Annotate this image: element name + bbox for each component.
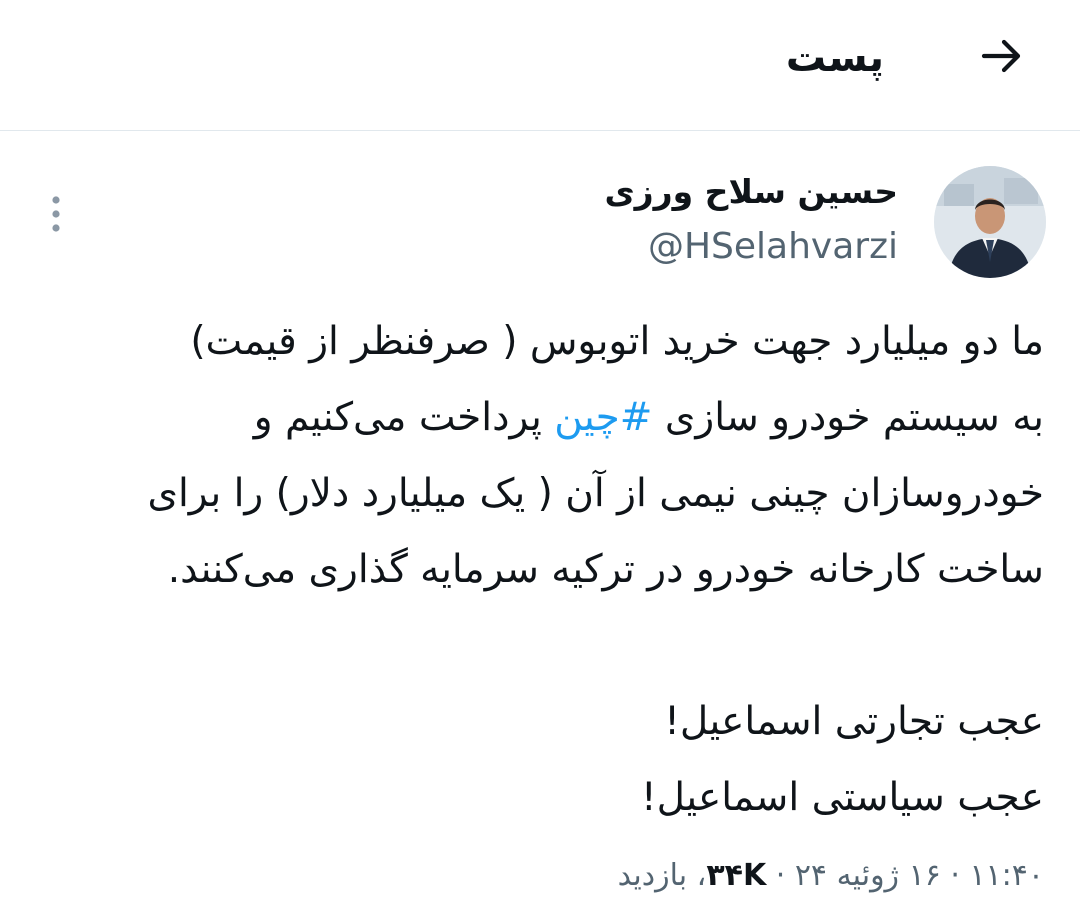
back-button[interactable] <box>974 28 1030 84</box>
page-title: پست <box>785 35 884 81</box>
tweet-text-segment: به سیستم خودرو سازی <box>652 395 1044 440</box>
tweet-text: ما دو میلیارد جهت خرید اتوبوس ( صرفنظر ا… <box>34 304 1044 836</box>
arrow-right-icon <box>981 39 1021 73</box>
tweet-meta: ۱۱:۴۰ · ۱۶ ژوئیه ۲۴ · ۳۴K، بازدید <box>618 858 1044 893</box>
avatar[interactable] <box>934 166 1046 278</box>
more-options-button[interactable] <box>40 190 72 238</box>
author-name[interactable]: حسین سلاح ورزی <box>604 172 898 211</box>
tweet-line: عجب تجارتی اسماعیل! <box>664 699 1044 744</box>
author-handle[interactable]: @HSelahvarzi <box>648 226 898 267</box>
tweet-line: خودروسازان چینی نیمی از آن ( یک میلیارد … <box>147 471 1044 516</box>
timestamp[interactable]: ۱۱:۴۰ · ۱۶ ژوئیه ۲۴ · <box>766 858 1044 893</box>
tweet-text-segment: پرداخت می‌کنیم و <box>253 395 555 440</box>
vertical-dots-icon <box>52 196 60 232</box>
tweet-line: عجب سیاستی اسماعیل! <box>641 775 1044 820</box>
views-count: ۳۴K <box>706 858 767 893</box>
top-bar: پست <box>0 0 1080 131</box>
tweet-line: به سیستم خودرو سازی #چین پرداخت می‌کنیم … <box>34 380 1044 456</box>
tweet-line: ما دو میلیارد جهت خرید اتوبوس ( صرفنظر ا… <box>190 319 1044 364</box>
views-label: ، بازدید <box>617 858 707 893</box>
hashtag-link[interactable]: #چین <box>554 395 652 440</box>
tweet-line: ساخت کارخانه خودرو در ترکیه سرمایه گذاری… <box>167 547 1044 592</box>
